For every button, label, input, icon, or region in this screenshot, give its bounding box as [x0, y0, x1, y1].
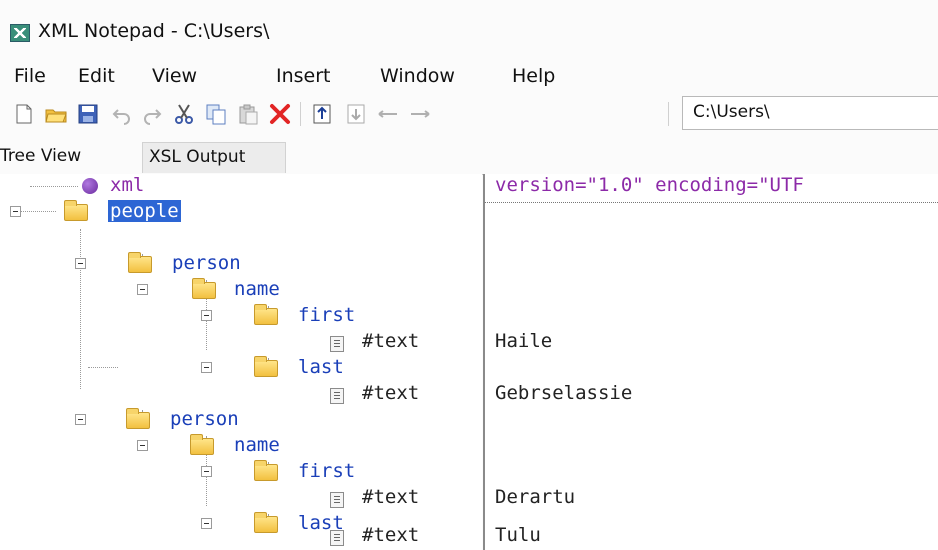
- tree-node-last[interactable]: last: [298, 356, 344, 378]
- collapse-toggle[interactable]: [201, 362, 212, 373]
- menu-insert[interactable]: Insert: [276, 65, 331, 87]
- text-node-icon: [330, 492, 344, 508]
- menu-window[interactable]: Window: [380, 65, 455, 87]
- tree-connector: [30, 186, 78, 187]
- collapse-toggle[interactable]: [10, 206, 21, 217]
- open-folder-icon[interactable]: [44, 102, 68, 126]
- text-node-icon: [330, 530, 344, 546]
- delete-icon[interactable]: [268, 102, 292, 126]
- tree-pane: xml people person name first #text last …: [0, 174, 482, 550]
- nudge-up-icon[interactable]: [310, 102, 334, 126]
- folder-icon: [254, 460, 278, 481]
- toolbar-separator: [668, 102, 669, 126]
- tree-node-name[interactable]: name: [234, 434, 280, 456]
- collapse-toggle[interactable]: [201, 518, 212, 529]
- collapse-toggle[interactable]: [201, 466, 212, 477]
- tab-xsl-output[interactable]: XSL Output: [142, 142, 286, 173]
- menu-help[interactable]: Help: [512, 65, 555, 87]
- collapse-toggle[interactable]: [137, 284, 148, 295]
- collapse-toggle[interactable]: [75, 414, 86, 425]
- node-value-last[interactable]: Gebrselassie: [495, 382, 632, 404]
- value-pane: version="1.0" encoding="UTF Haile Gebrse…: [483, 174, 938, 550]
- cut-icon[interactable]: [172, 102, 196, 126]
- title-bar: XML Notepad - C:\Users\: [0, 0, 938, 60]
- redo-icon[interactable]: [140, 102, 164, 126]
- nudge-left-icon[interactable]: [376, 102, 400, 126]
- tab-tree-view[interactable]: Tree View: [0, 142, 140, 173]
- folder-icon: [128, 252, 152, 273]
- tree-node-first[interactable]: first: [298, 304, 355, 326]
- folder-icon: [64, 200, 88, 221]
- save-icon[interactable]: [76, 102, 100, 126]
- paste-icon[interactable]: [236, 102, 260, 126]
- tree-node-text[interactable]: #text: [362, 524, 419, 546]
- menu-edit[interactable]: Edit: [78, 65, 115, 87]
- tree-node-text[interactable]: #text: [362, 382, 419, 404]
- location-field[interactable]: C:\Users\: [682, 96, 938, 130]
- tree-node-people[interactable]: people: [108, 200, 181, 222]
- processing-instruction-icon: [82, 178, 98, 194]
- text-node-icon: [330, 388, 344, 404]
- tree-node-name[interactable]: name: [234, 278, 280, 300]
- folder-icon: [254, 356, 278, 377]
- tree-connector: [80, 229, 81, 389]
- node-value-first[interactable]: Derartu: [495, 486, 575, 508]
- node-value-xml[interactable]: version="1.0" encoding="UTF: [495, 174, 804, 196]
- nudge-right-icon[interactable]: [408, 102, 432, 126]
- tree-node-person[interactable]: person: [172, 252, 241, 274]
- tree-connector: [16, 211, 56, 212]
- new-file-icon[interactable]: [12, 102, 36, 126]
- toolbar-separator: [300, 102, 301, 126]
- tree-node-xml[interactable]: xml: [110, 174, 144, 196]
- folder-icon: [254, 304, 278, 325]
- tree-node-text[interactable]: #text: [362, 486, 419, 508]
- folder-icon: [192, 278, 216, 299]
- node-value-first[interactable]: Haile: [495, 330, 552, 352]
- folder-icon: [190, 434, 214, 455]
- node-value-last[interactable]: Tulu: [495, 524, 541, 546]
- menu-bar: File Edit View Insert Window Help: [0, 60, 938, 92]
- view-tabs: Tree View XSL Output: [0, 142, 938, 175]
- folder-icon: [126, 408, 150, 429]
- copy-icon[interactable]: [204, 102, 228, 126]
- divider: [485, 202, 938, 203]
- collapse-toggle[interactable]: [75, 258, 86, 269]
- nudge-down-icon[interactable]: [344, 102, 368, 126]
- tree-node-person[interactable]: person: [170, 408, 239, 430]
- tree-node-label: people: [108, 200, 181, 222]
- app-icon: [10, 24, 30, 42]
- tree-node-first[interactable]: first: [298, 460, 355, 482]
- tree-node-label: xml: [110, 174, 145, 196]
- collapse-toggle[interactable]: [201, 310, 212, 321]
- tree-node-text[interactable]: #text: [362, 330, 419, 352]
- menu-view[interactable]: View: [152, 65, 197, 87]
- text-node-icon: [330, 336, 344, 352]
- window-title: XML Notepad - C:\Users\: [38, 20, 270, 42]
- toolbar: C:\Users\: [0, 92, 938, 138]
- tree-connector: [88, 367, 118, 368]
- menu-file[interactable]: File: [14, 65, 46, 87]
- undo-icon[interactable]: [110, 102, 134, 126]
- collapse-toggle[interactable]: [137, 440, 148, 451]
- folder-icon: [254, 512, 278, 533]
